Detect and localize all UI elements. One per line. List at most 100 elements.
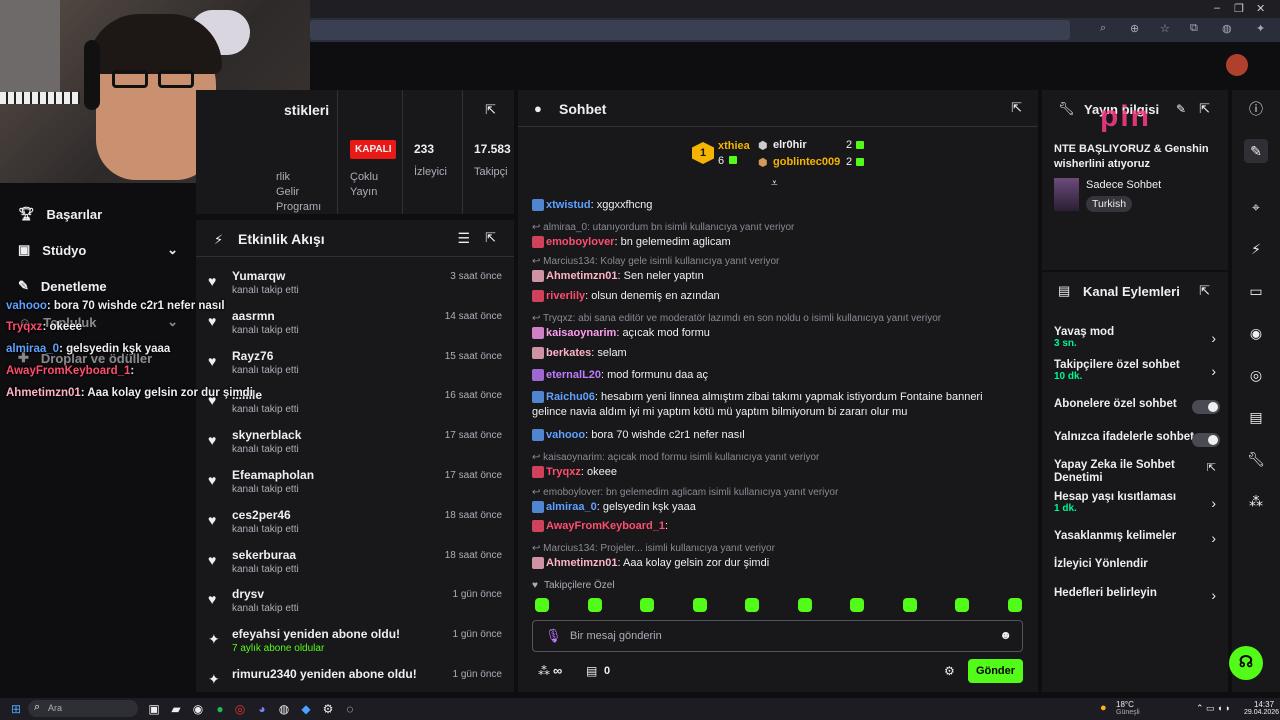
emote-icon[interactable] bbox=[692, 598, 707, 612]
chat-reply-context[interactable]: ↩ emoboylover: bn gelemedim aglicam isim… bbox=[532, 485, 1012, 500]
channel-action-item[interactable]: Yasaklanmış kelimeler › bbox=[1054, 530, 1220, 546]
emote-icon[interactable] bbox=[640, 598, 654, 612]
chat-username[interactable]: Ahmetimzn01 bbox=[546, 557, 618, 569]
chat-username[interactable]: Raichu06 bbox=[546, 391, 595, 403]
activity-item[interactable]: ♥ Rayz76 kanalı takip etti 15 saat önce bbox=[208, 349, 504, 389]
emote-icon[interactable] bbox=[850, 598, 864, 612]
activity-item[interactable]: ✦ efeyahsi yeniden abone oldu! 7 aylık abo… bbox=[208, 627, 504, 667]
windows-start-icon[interactable]: ⊞ bbox=[8, 701, 24, 717]
broadcast-icon[interactable]: ◎ bbox=[1244, 363, 1268, 387]
steam-icon[interactable]: ◍ bbox=[276, 701, 292, 717]
chat-reply-context[interactable]: ↩ almiraa_0: utanıyordum bn isimli kulla… bbox=[532, 220, 1012, 235]
tray-icons[interactable]: ⌃ ▭ ◖ ◗ bbox=[1196, 703, 1230, 714]
language-tag[interactable]: Turkish bbox=[1086, 196, 1133, 212]
chat-message[interactable]: ↩ Tryqxz: abi sana editör ve moderatör l… bbox=[532, 311, 1012, 341]
sidebar-item-studio[interactable]: ▣ Stüdyo ⌄ bbox=[18, 242, 178, 258]
popout-icon[interactable]: ⇱ bbox=[485, 102, 496, 118]
discord-icon[interactable]: ◕ bbox=[254, 701, 270, 717]
send-button[interactable]: Gönder bbox=[968, 659, 1023, 683]
chat-username[interactable]: kaisaoynarim bbox=[546, 327, 616, 339]
chat-icon[interactable]: ◉ bbox=[1244, 321, 1268, 345]
category-name[interactable]: Sadece Sohbet bbox=[1086, 179, 1161, 191]
activity-item[interactable]: ♥ Efeamapholan kanalı takip etti 17 saat ön… bbox=[208, 468, 504, 508]
category-thumbnail[interactable] bbox=[1054, 178, 1079, 211]
chat-message[interactable]: ↩ Marcius134: Kolay gele isimli kullanıc… bbox=[532, 254, 1012, 284]
emote-icon[interactable] bbox=[587, 598, 602, 612]
support-headset-icon[interactable]: ☊ bbox=[1229, 646, 1263, 680]
chat-message[interactable]: ↩ emoboylover: bn gelemedim aglicam isim… bbox=[532, 485, 1012, 515]
chat-username[interactable]: Tryqxz bbox=[546, 466, 581, 478]
chat-input[interactable]: 🎙︎ Bir mesaj gönderin ☻ bbox=[532, 620, 1023, 652]
channel-action-item[interactable]: İzleyici Yönlendir bbox=[1054, 558, 1220, 570]
close-window-icon[interactable]: ✕ bbox=[1256, 2, 1265, 15]
translate-icon[interactable]: ⊕ bbox=[1130, 22, 1139, 35]
activity-item[interactable]: ♥ skynerblack kanalı takip etti 17 saat önc… bbox=[208, 428, 504, 468]
emote-icon[interactable] bbox=[955, 598, 969, 612]
chat-message[interactable]: xtwistud: xggxxfhcng bbox=[532, 198, 1012, 213]
popout-icon[interactable]: ⇱ bbox=[1011, 100, 1022, 116]
chat-message[interactable]: vahooo: bora 70 wishde c2r1 nefer nasıl bbox=[532, 428, 1012, 443]
chat-message[interactable]: ↩ kaisaoynarim: açıcak mod formu isimli … bbox=[532, 450, 1012, 480]
chat-reply-context[interactable]: ↩ Marcius134: Projeler... isimli kullanı… bbox=[532, 541, 1012, 556]
emote-icon[interactable] bbox=[797, 598, 812, 612]
chat-username[interactable]: xtwistud bbox=[546, 199, 591, 211]
popout-icon[interactable]: ⇱ bbox=[1199, 283, 1210, 299]
channel-action-item[interactable]: Hedefleri belirleyin › bbox=[1054, 587, 1220, 603]
chest-icon[interactable]: ▤ bbox=[586, 664, 597, 678]
chat-username[interactable]: AwayFromKeyboard_1 bbox=[546, 520, 665, 532]
taskbar-search[interactable]: ⌕ Ara bbox=[28, 700, 138, 717]
chat-settings-gear-icon[interactable]: ⚙ bbox=[944, 664, 955, 678]
channel-action-item[interactable]: Yavaş mod 3 sn. › bbox=[1054, 326, 1220, 349]
lightning-icon[interactable]: ⚡︎ bbox=[1244, 237, 1268, 261]
activity-item-name[interactable]: sekerburaa bbox=[232, 548, 296, 562]
channel-action-item[interactable]: Hesap yaşı kısıtlaması 1 dk. › bbox=[1054, 491, 1220, 514]
activity-item[interactable]: ♥ drysv kanalı takip etti 1 gün önce bbox=[208, 587, 504, 627]
actions-icon[interactable]: ▤ bbox=[1244, 405, 1268, 429]
emote-icon[interactable] bbox=[535, 598, 549, 612]
chat-message[interactable]: berkates: selam bbox=[532, 346, 1012, 361]
chat-username[interactable]: riverlily bbox=[546, 290, 585, 302]
chat-username[interactable]: eternalL20 bbox=[546, 369, 601, 381]
activity-item[interactable]: ♥ aasrmn kanalı takip etti 14 saat önce bbox=[208, 309, 504, 349]
emote-icon[interactable] bbox=[1007, 598, 1022, 612]
activity-item-name[interactable]: Yumarqw bbox=[232, 269, 285, 283]
pencil-icon[interactable]: ✎ bbox=[1244, 139, 1268, 163]
spotify-icon[interactable]: ● bbox=[212, 701, 228, 717]
activity-item-name[interactable]: rimuru2340 yeniden abone oldu! bbox=[232, 667, 417, 681]
crosshair-icon[interactable]: ⌖ bbox=[1244, 195, 1268, 219]
chat-username[interactable]: vahooo bbox=[546, 429, 585, 441]
activity-item[interactable]: ♥ Yumarqw kanalı takip etti 3 saat önce bbox=[208, 269, 504, 309]
emote-icon[interactable] bbox=[902, 598, 917, 612]
activity-item-name[interactable]: aasrmn bbox=[232, 309, 275, 323]
activity-item[interactable]: ♥ sekerburaa kanalı takip etti 18 saat önce bbox=[208, 548, 504, 588]
leaderboard-first-name[interactable]: xthiea bbox=[718, 140, 750, 152]
ai-icon[interactable]: ✦ bbox=[1256, 22, 1265, 35]
profile-icon[interactable]: ◍ bbox=[1222, 22, 1232, 35]
activity-item-name[interactable]: Efeamapholan bbox=[232, 468, 314, 482]
leaderboard-second-name[interactable]: elr0hir bbox=[773, 139, 807, 151]
activity-item-name[interactable]: Rayz76 bbox=[232, 349, 273, 363]
browser-icon[interactable]: ◉ bbox=[190, 701, 206, 717]
chat-username[interactable]: Ahmetimzn01 bbox=[546, 270, 618, 282]
toggle-switch[interactable] bbox=[1192, 400, 1220, 414]
sidebar-item-moderation[interactable]: ✎ Denetleme bbox=[18, 278, 107, 294]
filter-icon[interactable]: ☰ bbox=[457, 230, 470, 247]
obs-icon[interactable]: ◌ bbox=[342, 701, 358, 717]
expand-leaderboard-icon[interactable]: ⩡ bbox=[771, 176, 778, 191]
chat-message[interactable]: riverlily: olsun denemiş en azından bbox=[532, 289, 1012, 304]
popout-icon[interactable]: ⇱ bbox=[485, 230, 496, 246]
leaderboard-third-name[interactable]: goblintec009 bbox=[773, 156, 840, 168]
activity-item-name[interactable]: ces2per46 bbox=[232, 508, 291, 522]
task-view-icon[interactable]: ▣ bbox=[146, 701, 162, 717]
chat-reply-context[interactable]: ↩ Marcius134: Kolay gele isimli kullanıc… bbox=[532, 254, 1012, 269]
edit-pencil-icon[interactable]: ✎ bbox=[1176, 102, 1186, 116]
channel-action-item[interactable]: Abonelere özel sohbet bbox=[1054, 398, 1220, 414]
channel-action-item[interactable]: Takipçilere özel sohbet 10 dk. › bbox=[1054, 359, 1220, 382]
zoom-icon[interactable]: ⌕ bbox=[1100, 22, 1106, 35]
settings-icon[interactable]: ⚙ bbox=[320, 701, 336, 717]
avatar[interactable] bbox=[1226, 54, 1248, 76]
activity-item-name[interactable]: skynerblack bbox=[232, 428, 301, 442]
document-icon[interactable]: ▭ bbox=[1244, 279, 1268, 303]
file-explorer-icon[interactable]: ▰ bbox=[168, 701, 184, 717]
chat-username[interactable]: berkates bbox=[546, 347, 591, 359]
